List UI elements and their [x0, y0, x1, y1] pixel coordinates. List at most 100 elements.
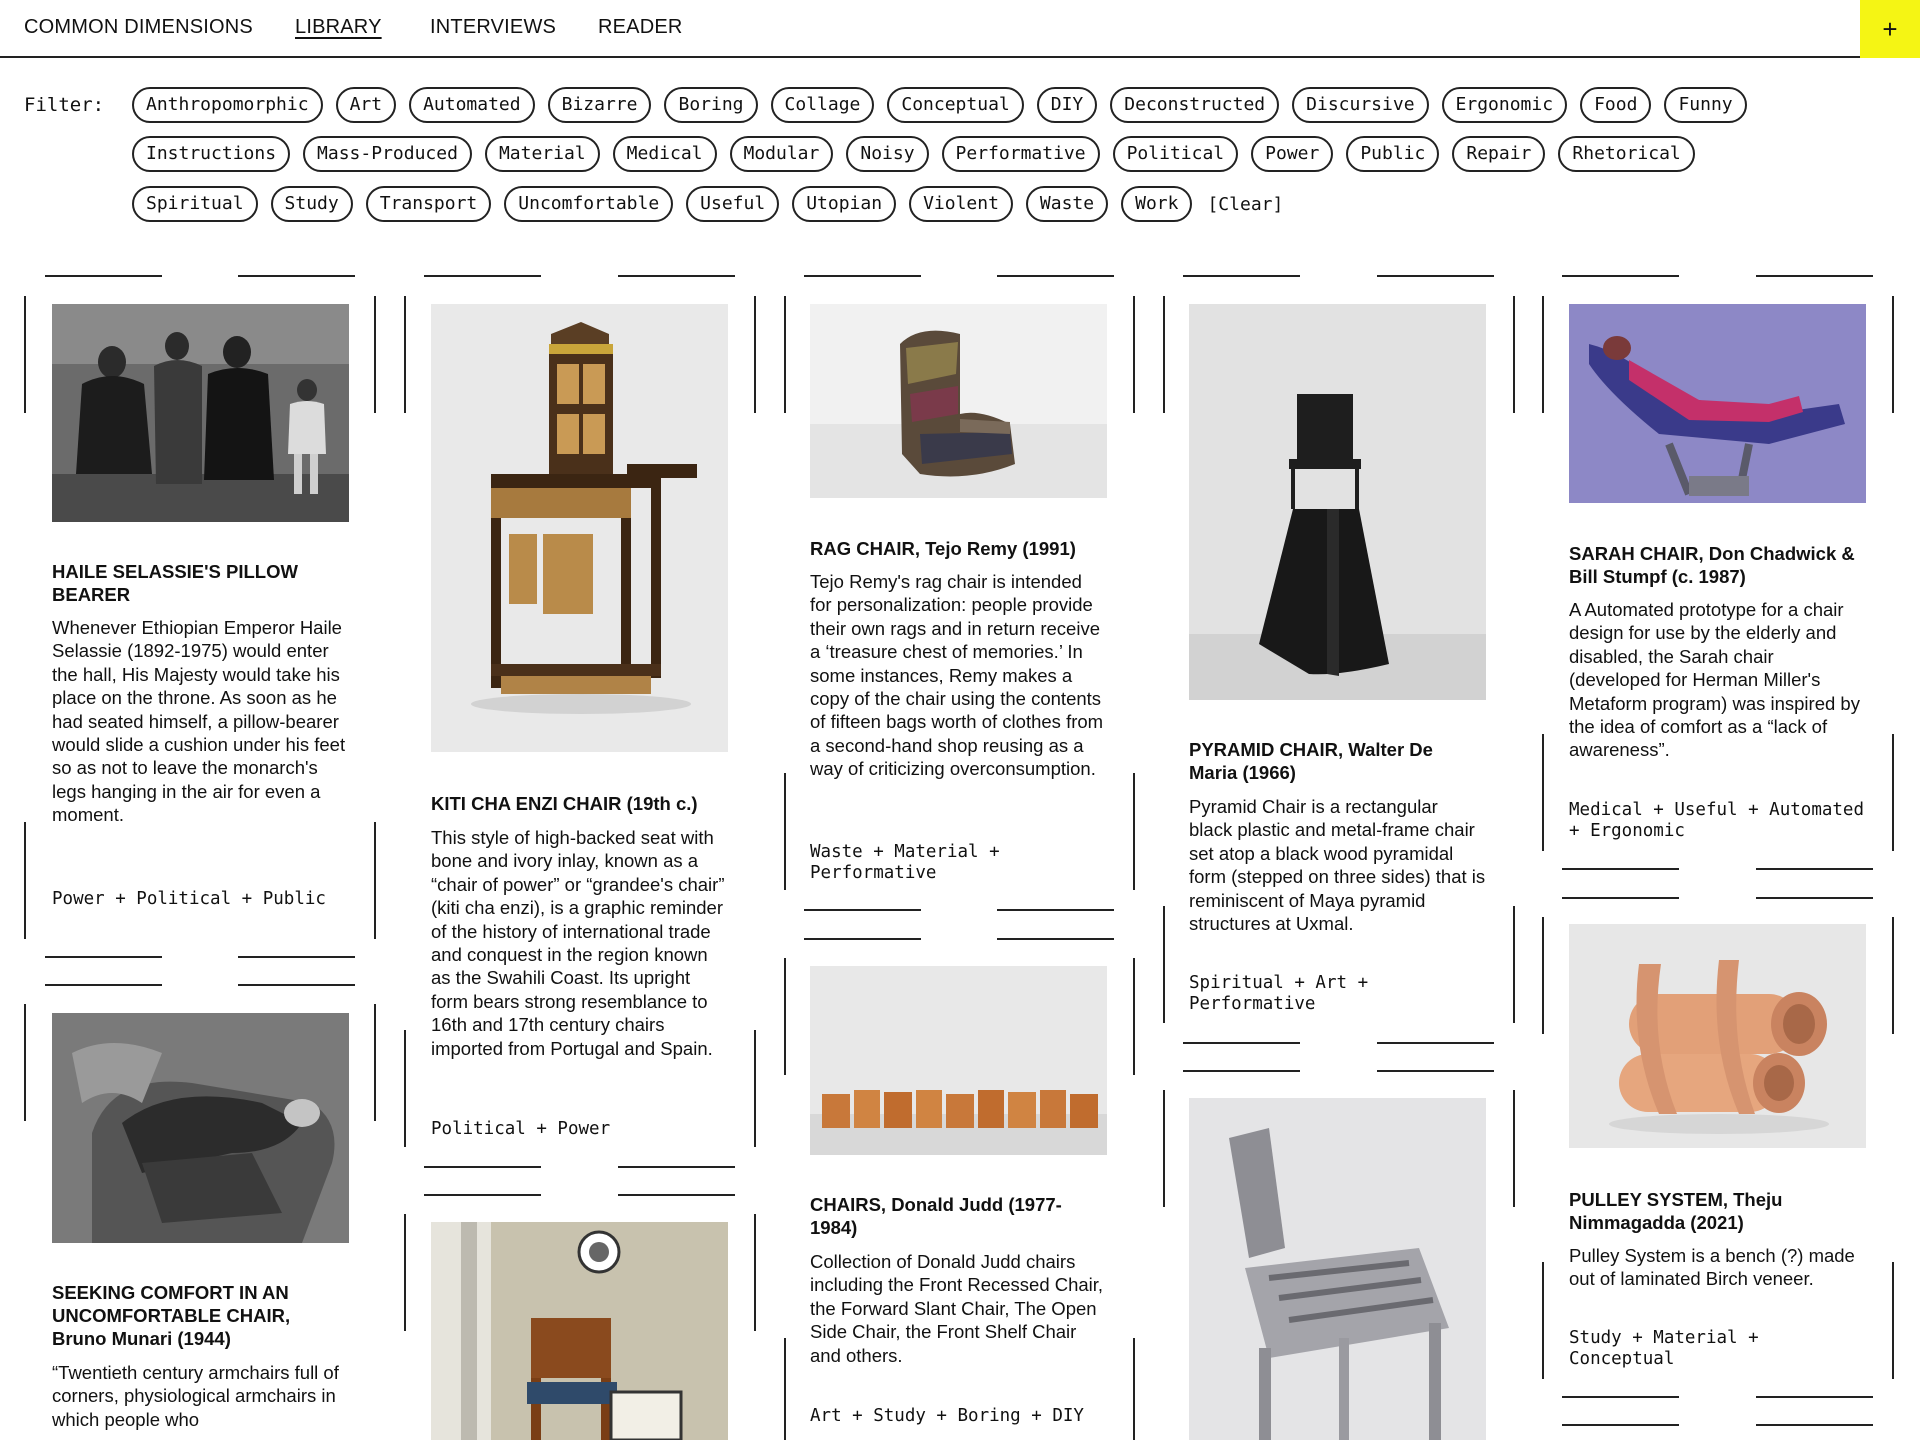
filter-tag-study[interactable]: Study: [270, 186, 353, 222]
divider: [424, 275, 541, 277]
divider: [45, 956, 162, 958]
nav-reader[interactable]: READER: [598, 16, 683, 39]
kiti-cha-enzi-chair-photo[interactable]: [431, 304, 728, 752]
divider: [424, 1166, 541, 1168]
card-title-kiti[interactable]: KITI CHA ENZI CHAIR (19th c.): [431, 792, 728, 815]
filter-tag-boring[interactable]: Boring: [664, 87, 758, 123]
filter-tag-discursive[interactable]: Discursive: [1292, 87, 1429, 123]
filter-tag-collage[interactable]: Collage: [770, 87, 875, 123]
nav-library[interactable]: LIBRARY: [295, 16, 382, 39]
pyramid-chair-photo[interactable]: [1189, 304, 1486, 700]
haile-selassie-photo[interactable]: [52, 304, 349, 522]
filter-tag-violent[interactable]: Violent: [909, 186, 1013, 222]
divider: [374, 822, 376, 939]
filter-tag-diy[interactable]: DIY: [1036, 87, 1098, 123]
card-tags-pulley: Study + Material + Conceptual: [1569, 1328, 1759, 1369]
divider: [45, 984, 162, 986]
card-description-kiti: This style of high-backed seat with bone…: [431, 827, 725, 1059]
filter-tag-utopian[interactable]: Utopian: [792, 186, 897, 222]
filter-tag-automated[interactable]: Automated: [409, 87, 535, 123]
divider: [1892, 734, 1894, 851]
divider: [804, 275, 921, 277]
filter-tag-transport[interactable]: Transport: [365, 186, 492, 222]
divider: [784, 958, 786, 1075]
filter-tag-power[interactable]: Power: [1251, 136, 1334, 172]
filter-tag-political[interactable]: Political: [1112, 136, 1239, 172]
divider: [1513, 296, 1515, 413]
card-title-pulley[interactable]: PULLEY SYSTEM, Theju Nimmagadda (2021): [1569, 1188, 1866, 1234]
filter-tag-instructions[interactable]: Instructions: [132, 136, 291, 172]
divider: [804, 909, 921, 911]
donald-judd-chairs-photo[interactable]: [810, 966, 1107, 1155]
filter-tag-art[interactable]: Art: [335, 87, 397, 123]
add-button[interactable]: +: [1860, 0, 1920, 58]
wooden-chair-interior-photo[interactable]: [431, 1222, 728, 1440]
card-title-munari[interactable]: SEEKING COMFORT IN AN UNCOMFORTABLE CHAI…: [52, 1281, 349, 1350]
pulley-system-bench-photo[interactable]: [1569, 924, 1866, 1148]
filter-tag-bizarre[interactable]: Bizarre: [547, 87, 652, 123]
filter-tag-uncomfortable[interactable]: Uncomfortable: [504, 186, 674, 222]
divider: [1542, 1262, 1544, 1379]
filter-tag-material[interactable]: Material: [484, 136, 600, 172]
divider: [374, 296, 376, 413]
card-tags-kiti: Political + Power: [431, 1119, 611, 1139]
card-description-pyramid: Pyramid Chair is a rectangular black pla…: [1189, 796, 1486, 935]
divider: [1892, 296, 1894, 413]
divider: [1163, 296, 1165, 413]
card-description-rag: Tejo Remy's rag chair is intended for pe…: [810, 571, 1104, 780]
sarah-chair-photo[interactable]: [1569, 304, 1866, 503]
divider: [784, 773, 786, 890]
card-description-haile: Whenever Ethiopian Emperor Haile Selassi…: [52, 617, 346, 826]
filter-tag-work[interactable]: Work: [1121, 186, 1193, 222]
divider: [1562, 275, 1679, 277]
filter-tag-ergonomic[interactable]: Ergonomic: [1441, 87, 1568, 123]
divider: [238, 984, 355, 986]
divider: [1562, 897, 1679, 899]
nav-interviews[interactable]: INTERVIEWS: [430, 16, 556, 39]
card-title-haile[interactable]: HAILE SELASSIE'S PILLOW BEARER: [52, 560, 349, 606]
divider: [1756, 897, 1873, 899]
divider: [1183, 275, 1300, 277]
card-title-rag[interactable]: RAG CHAIR, Tejo Remy (1991): [810, 537, 1107, 560]
divider: [997, 275, 1114, 277]
rag-chair-photo[interactable]: [810, 304, 1107, 498]
filter-tag-modular[interactable]: Modular: [729, 136, 834, 172]
filter-tag-repair[interactable]: Repair: [1452, 136, 1546, 172]
filter-tag-conceptual[interactable]: Conceptual: [887, 87, 1024, 123]
divider: [618, 275, 735, 277]
munari-photo[interactable]: [52, 1013, 349, 1243]
filter-tag-performative[interactable]: Performative: [941, 136, 1100, 172]
divider: [754, 296, 756, 413]
filter-tag-mass-produced[interactable]: Mass-Produced: [303, 136, 472, 172]
card-title-judd[interactable]: CHAIRS, Donald Judd (1977-1984): [810, 1193, 1107, 1239]
divider: [1133, 958, 1135, 1075]
filter-tag-rhetorical[interactable]: Rhetorical: [1558, 136, 1695, 172]
card-title-sarah[interactable]: SARAH CHAIR, Don Chadwick & Bill Stumpf …: [1569, 542, 1866, 588]
card-title-pyramid[interactable]: PYRAMID CHAIR, Walter De Maria (1966): [1189, 738, 1486, 784]
card-tags-judd: Art + Study + Boring + DIY: [810, 1406, 1084, 1426]
divider: [1377, 275, 1494, 277]
metal-chair-photo[interactable]: [1189, 1098, 1486, 1440]
filter-tag-spiritual[interactable]: Spiritual: [132, 186, 258, 222]
nav-common-dimensions[interactable]: COMMON DIMENSIONS: [24, 16, 253, 39]
divider: [784, 296, 786, 413]
divider: [618, 1166, 735, 1168]
filter-tag-waste[interactable]: Waste: [1025, 186, 1109, 222]
filter-tag-food[interactable]: Food: [1580, 87, 1652, 123]
divider: [997, 938, 1114, 940]
divider: [238, 275, 355, 277]
filter-tag-funny[interactable]: Funny: [1664, 87, 1747, 123]
card-description-pulley: Pulley System is a bench (?) made out of…: [1569, 1245, 1855, 1290]
filter-tag-medical[interactable]: Medical: [612, 136, 717, 172]
divider: [424, 1194, 541, 1196]
filter-tag-useful[interactable]: Useful: [686, 186, 780, 222]
filter-tag-deconstructed[interactable]: Deconstructed: [1110, 87, 1280, 123]
divider: [1562, 868, 1679, 870]
filter-tag-public[interactable]: Public: [1346, 136, 1440, 172]
divider: [1562, 1396, 1679, 1398]
divider: [1756, 275, 1873, 277]
clear-filter-link[interactable]: [Clear]: [1205, 194, 1283, 215]
filter-tag-anthropomorphic[interactable]: Anthropomorphic: [132, 87, 323, 123]
filter-tag-noisy[interactable]: Noisy: [846, 136, 929, 172]
divider: [1377, 1042, 1494, 1044]
